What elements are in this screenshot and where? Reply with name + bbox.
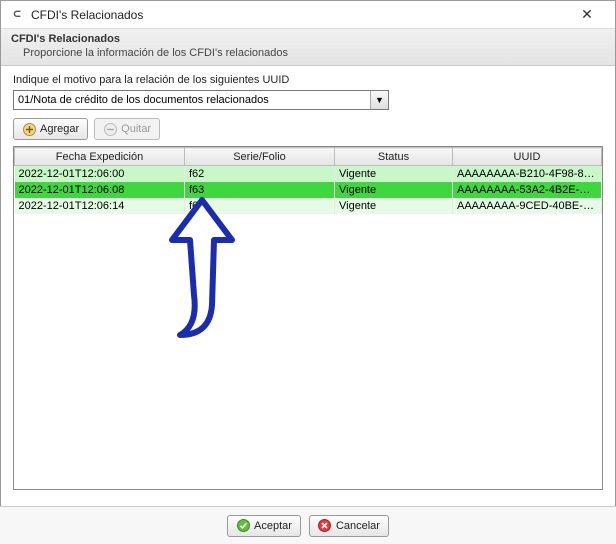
window-title: CFDI's Relacionados — [31, 8, 565, 22]
app-icon: ⊂ — [9, 7, 25, 23]
col-uuid[interactable]: UUID — [453, 148, 602, 166]
grid-header-row: Fecha Expedición Serie/Folio Status UUID — [15, 148, 602, 166]
col-folio[interactable]: Serie/Folio — [185, 148, 335, 166]
cancelar-label: Cancelar — [336, 520, 380, 532]
cell-fecha: 2022-12-01T12:06:00 — [15, 166, 185, 183]
quitar-label: Quitar — [121, 123, 151, 135]
cell-folio: f64 — [185, 198, 335, 214]
minus-icon — [103, 122, 117, 136]
agregar-label: Agregar — [40, 123, 79, 135]
dialog-subtitle: Proporcione la información de los CFDI's… — [11, 45, 605, 59]
cell-fecha: 2022-12-01T12:06:08 — [15, 182, 185, 198]
aceptar-button[interactable]: Aceptar — [227, 515, 301, 537]
cell-uuid: AAAAAAAA-B210-4F98-87A0-0F... — [453, 166, 602, 183]
cancelar-button[interactable]: Cancelar — [309, 515, 389, 537]
dialog-title: CFDI's Relacionados — [11, 33, 605, 45]
cell-uuid: AAAAAAAA-53A2-4B2E-BBB4-FF... — [453, 182, 602, 198]
form-area: Indique el motivo para la relación de lo… — [1, 66, 615, 114]
motivo-label: Indique el motivo para la relación de lo… — [13, 74, 603, 86]
table-row[interactable]: 2022-12-01T12:06:14 f64 Vigente AAAAAAAA… — [15, 198, 602, 214]
cell-uuid: AAAAAAAA-9CED-40BE-B3E8-C... — [453, 198, 602, 214]
motivo-value: 01/Nota de crédito de los documentos rel… — [18, 94, 370, 106]
dialog-footer: Aceptar Cancelar — [0, 506, 616, 544]
toolbar: Agregar Quitar — [1, 114, 615, 146]
agregar-button[interactable]: Agregar — [13, 118, 88, 140]
aceptar-label: Aceptar — [254, 520, 292, 532]
close-icon: ✕ — [581, 6, 593, 23]
close-button[interactable]: ✕ — [565, 4, 609, 26]
titlebar: ⊂ CFDI's Relacionados ✕ — [1, 1, 615, 29]
quitar-button[interactable]: Quitar — [94, 118, 160, 140]
cell-fecha: 2022-12-01T12:06:14 — [15, 198, 185, 214]
col-fecha[interactable]: Fecha Expedición — [15, 148, 185, 166]
chevron-down-icon: ▼ — [370, 91, 388, 109]
cancel-icon — [318, 519, 332, 533]
cell-folio: f62 — [185, 166, 335, 183]
grid: Fecha Expedición Serie/Folio Status UUID… — [13, 146, 603, 490]
check-icon — [236, 519, 250, 533]
plus-icon — [22, 122, 36, 136]
dialog-header: CFDI's Relacionados Proporcione la infor… — [1, 29, 615, 66]
table-row-selected[interactable]: 2022-12-01T12:06:08 f63 Vigente AAAAAAAA… — [15, 182, 602, 198]
cell-folio: f63 — [185, 182, 335, 198]
cell-status: Vigente — [335, 198, 453, 214]
motivo-combo[interactable]: 01/Nota de crédito de los documentos rel… — [13, 90, 389, 110]
cell-status: Vigente — [335, 166, 453, 183]
col-status[interactable]: Status — [335, 148, 453, 166]
cell-status: Vigente — [335, 182, 453, 198]
table-row[interactable]: 2022-12-01T12:06:00 f62 Vigente AAAAAAAA… — [15, 166, 602, 183]
